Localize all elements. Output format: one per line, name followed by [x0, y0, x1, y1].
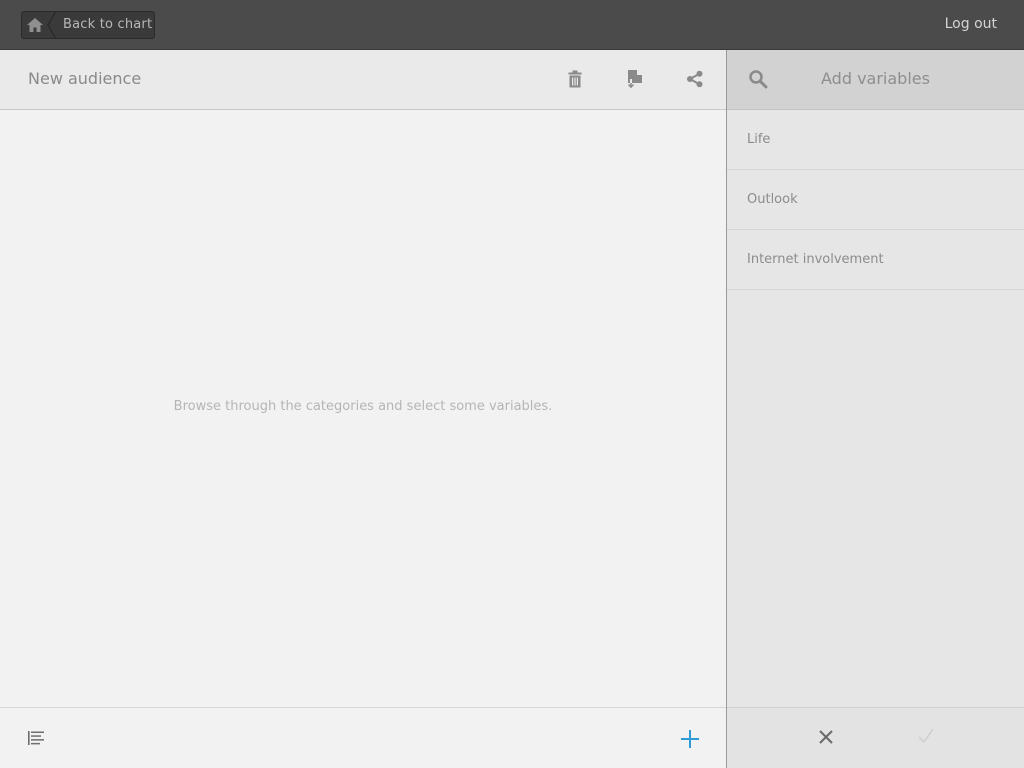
audience-footer — [0, 707, 726, 768]
variables-panel: Add variables Life Outlook Internet invo… — [727, 50, 1024, 768]
list-item[interactable]: Outlook — [727, 170, 1024, 230]
variable-category-list: Life Outlook Internet involvement — [727, 110, 1024, 290]
check-icon[interactable] — [915, 725, 937, 747]
logout-link[interactable]: Log out — [945, 16, 997, 32]
close-icon[interactable] — [815, 726, 837, 748]
variables-header: Add variables — [727, 50, 1024, 110]
audience-header: New audience — [0, 50, 726, 110]
variables-title: Add variables — [821, 69, 930, 88]
list-icon[interactable] — [26, 728, 46, 748]
list-item[interactable]: Life — [727, 110, 1024, 170]
list-item[interactable]: Internet involvement — [727, 230, 1024, 290]
export-icon[interactable] — [624, 68, 646, 90]
trash-icon[interactable] — [564, 68, 586, 90]
top-bar: Back to chart Log out — [0, 0, 1024, 50]
audience-panel: New audience Browse through the categori… — [0, 50, 726, 768]
home-icon — [22, 12, 48, 38]
empty-state-message: Browse through the categories and select… — [173, 399, 553, 414]
audience-title: New audience — [28, 69, 142, 88]
back-arrow-separator — [46, 12, 60, 38]
variables-footer — [727, 707, 1024, 768]
plus-icon[interactable] — [678, 727, 702, 751]
back-to-chart-label: Back to chart — [63, 17, 153, 32]
share-icon[interactable] — [684, 68, 706, 90]
back-to-chart-button[interactable]: Back to chart — [21, 11, 155, 39]
